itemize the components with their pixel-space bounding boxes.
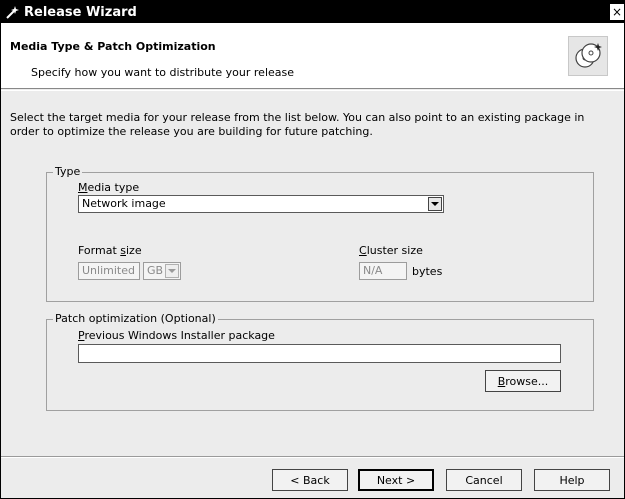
release-wizard-window: Release Wizard × Media Type & Patch Opti… [0, 0, 625, 499]
media-type-label: Media type [78, 181, 140, 194]
title-bar[interactable]: Release Wizard × [1, 1, 624, 23]
type-group-legend: Type [53, 165, 83, 178]
format-size-input: Unlimited [78, 262, 140, 280]
page-subtitle: Specify how you want to distribute your … [31, 66, 295, 79]
cluster-size-label: Cluster size [359, 244, 423, 257]
previous-package-label: Previous Windows Installer package [78, 329, 275, 342]
media-type-dropdown[interactable]: Network image [78, 195, 444, 213]
wizard-app-icon [4, 3, 22, 21]
page-title: Media Type & Patch Optimization [10, 40, 216, 53]
footer-separator-highlight [1, 457, 624, 458]
cancel-button[interactable]: Cancel [446, 469, 522, 491]
type-group: Type Media type Network image Format siz… [46, 165, 594, 302]
previous-package-input[interactable] [78, 344, 561, 363]
cluster-unit-label: bytes [412, 265, 443, 278]
format-unit-select: GB [143, 262, 181, 280]
media-type-value: Network image [82, 197, 166, 210]
back-button[interactable]: < Back [272, 469, 348, 491]
patch-optimization-group: Patch optimization (Optional) Previous W… [46, 312, 594, 411]
chevron-down-icon[interactable] [428, 197, 442, 211]
help-button[interactable]: Help [534, 469, 610, 491]
chevron-down-icon [165, 264, 179, 278]
next-button[interactable]: Next > [358, 469, 434, 491]
media-discs-icon [568, 36, 608, 76]
browse-button[interactable]: Browse... [485, 370, 561, 392]
close-icon[interactable]: × [610, 4, 624, 20]
window-title: Release Wizard [24, 4, 137, 20]
header-separator [1, 90, 624, 91]
format-size-label: Format size [78, 244, 142, 257]
patch-group-legend: Patch optimization (Optional) [53, 312, 218, 325]
wizard-header: Media Type & Patch Optimization Specify … [1, 23, 624, 89]
intro-text: Select the target media for your release… [10, 111, 585, 138]
cluster-size-input: N/A [359, 262, 407, 280]
